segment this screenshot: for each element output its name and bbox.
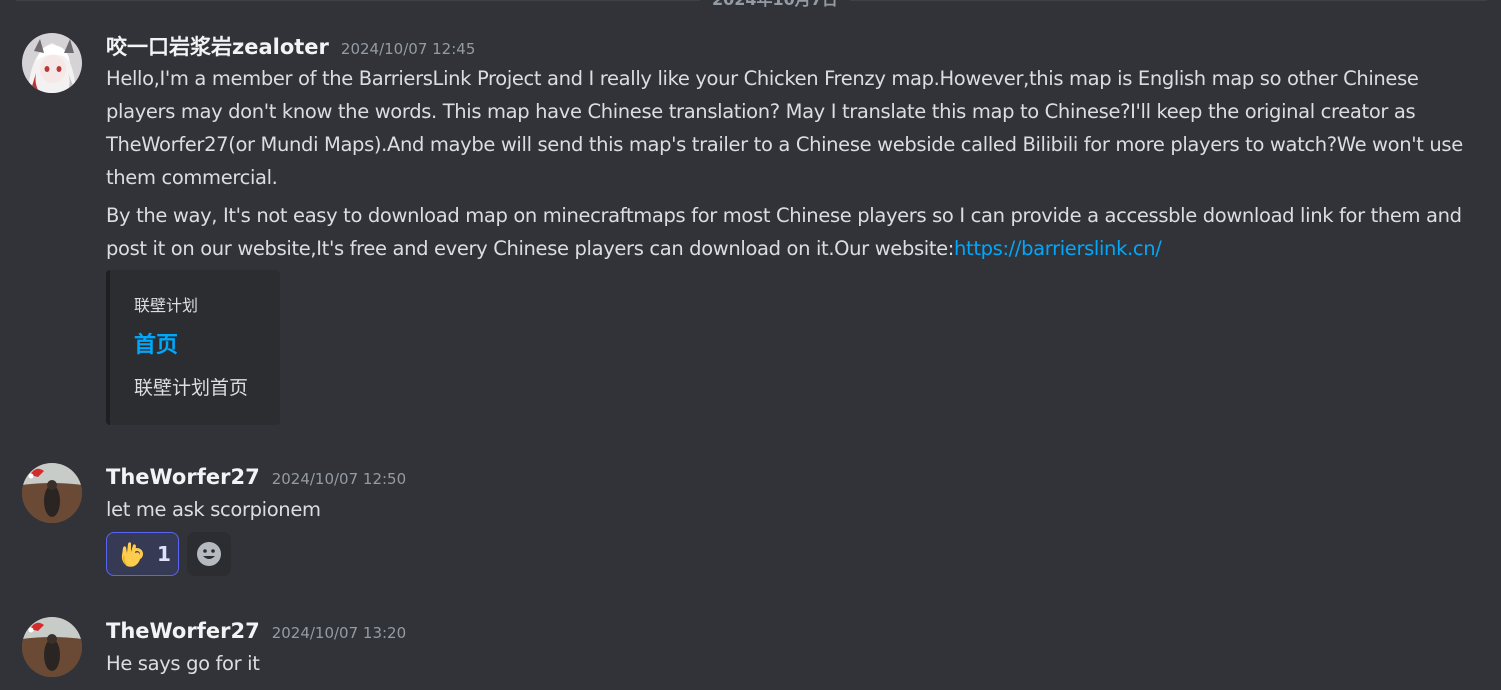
message-header: TheWorfer27 2024/10/07 12:50 — [106, 463, 406, 491]
message-text: He says go for it — [106, 652, 260, 675]
date-divider-label: 2024年10月7日 — [700, 0, 850, 10]
message-text: let me ask scorpionem — [106, 498, 321, 521]
username[interactable]: TheWorfer27 — [106, 617, 260, 645]
username[interactable]: 咬一口岩浆岩zealoter — [106, 33, 329, 61]
reaction-ok-hand[interactable]: 1 — [106, 532, 179, 576]
timestamp: 2024/10/07 12:50 — [271, 470, 407, 488]
add-reaction-button[interactable] — [187, 532, 231, 576]
embed-provider: 联壁计划 — [134, 296, 199, 315]
embed-title-link[interactable]: 首页 — [134, 327, 178, 359]
timestamp: 2024/10/07 12:45 — [340, 40, 476, 58]
username[interactable]: TheWorfer27 — [106, 463, 260, 491]
link-embed: 联壁计划 首页 联壁计划首页 — [106, 270, 280, 425]
message-content: He says go for it — [106, 647, 1476, 680]
message-text: By the way, It's not easy to download ma… — [106, 204, 1462, 260]
anime-avatar-icon — [22, 33, 82, 93]
message-content: Hello,I'm a member of the BarriersLink P… — [106, 62, 1476, 265]
embed-description: 联壁计划首页 — [134, 377, 249, 399]
website-link[interactable]: https://barrierslink.cn/ — [954, 237, 1162, 260]
message-paragraph: Hello,I'm a member of the BarriersLink P… — [106, 67, 1463, 189]
chat-log: 2024年10月7日 咬一口岩浆岩zealoter 2024/10/07 12:… — [0, 0, 1501, 690]
ok-hand-icon — [121, 542, 143, 567]
avatar[interactable] — [22, 33, 82, 93]
reaction-count: 1 — [157, 542, 171, 566]
message-header: TheWorfer27 2024/10/07 13:20 — [106, 617, 406, 645]
avatar[interactable] — [22, 617, 82, 677]
photo-avatar-icon — [22, 463, 82, 523]
message-content: let me ask scorpionem — [106, 493, 1476, 526]
smiley-icon — [197, 542, 221, 566]
date-divider: 2024年10月7日 — [0, 0, 1501, 14]
avatar[interactable] — [22, 463, 82, 523]
message-header: 咬一口岩浆岩zealoter 2024/10/07 12:45 — [106, 33, 475, 61]
photo-avatar-icon — [22, 617, 82, 677]
message-paragraph: By the way, It's not easy to download ma… — [106, 199, 1476, 265]
timestamp: 2024/10/07 13:20 — [271, 624, 407, 642]
